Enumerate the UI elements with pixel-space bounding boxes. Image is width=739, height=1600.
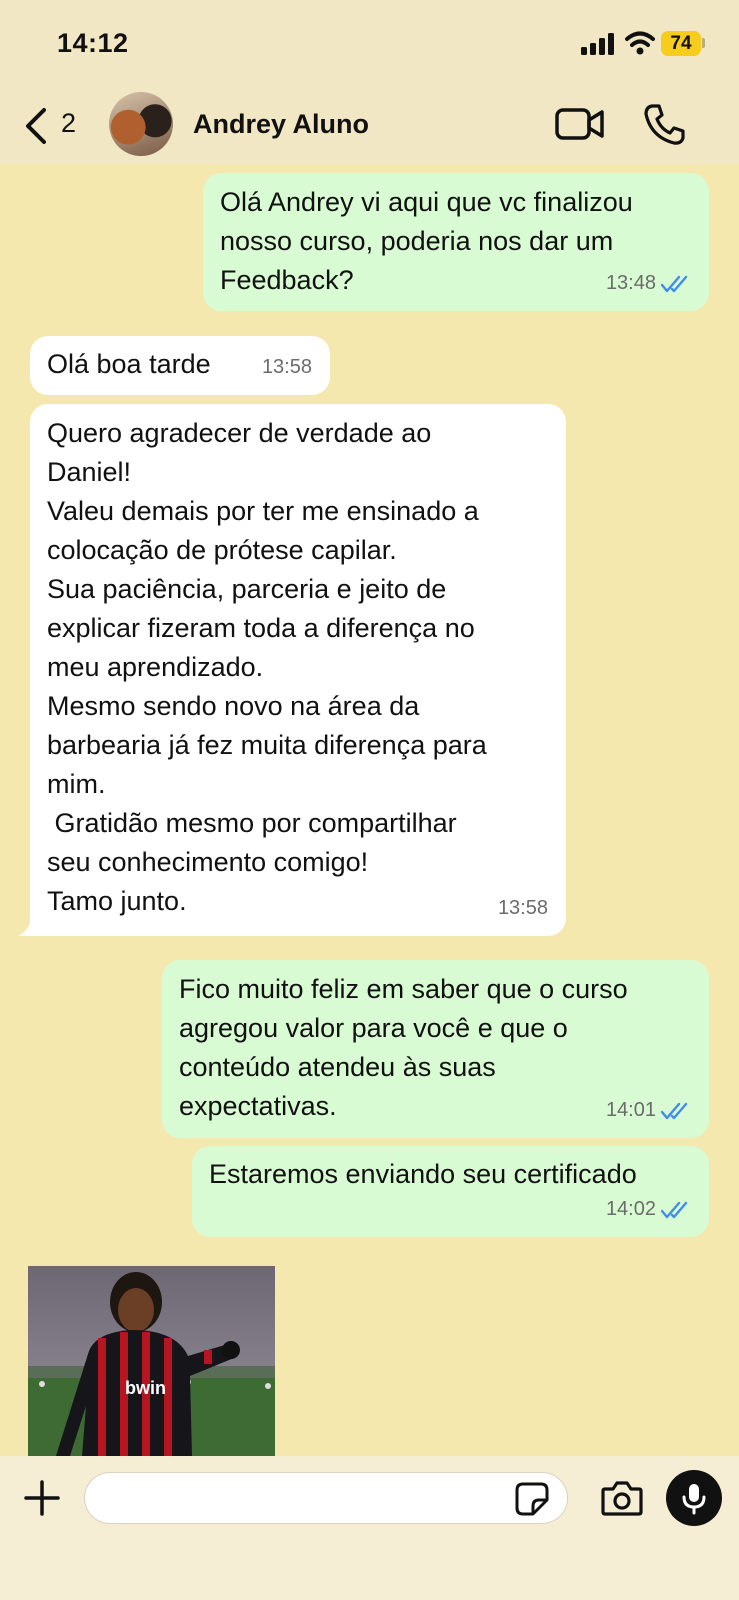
status-bar: 14:12 74	[0, 0, 739, 88]
message-text: Quero agradecer de verdade ao Daniel! Va…	[47, 418, 487, 916]
status-time: 14:12	[57, 28, 129, 58]
message-time: 13:58	[497, 897, 548, 919]
outgoing-message[interactable]: Fico muito feliz em saber que o curso ag…	[162, 960, 709, 1138]
message-time: 14:01	[605, 1099, 656, 1121]
read-receipt-icon	[661, 1102, 688, 1119]
unread-count[interactable]: 2	[61, 108, 76, 139]
outgoing-message[interactable]: Estaremos enviando seu certificado 14:02	[192, 1146, 709, 1237]
battery-tip	[702, 38, 705, 48]
camera-icon[interactable]	[601, 1480, 643, 1516]
cellular-signal-icon	[581, 33, 617, 55]
sticker-icon[interactable]	[515, 1482, 549, 1516]
message-meta: 13:58	[262, 348, 312, 387]
wifi-icon	[625, 31, 655, 55]
bubble-tail	[18, 916, 42, 936]
outgoing-message[interactable]: Olá Andrey vi aqui que vc finalizou noss…	[203, 173, 709, 311]
message-text: Estaremos enviando seu certificado	[209, 1159, 637, 1189]
read-receipt-icon	[661, 1201, 688, 1218]
message-time: 13:48	[605, 272, 656, 294]
microphone-icon	[682, 1484, 706, 1515]
message-meta: 14:01	[606, 1091, 691, 1130]
incoming-message[interactable]: Olá boa tarde 13:58	[30, 336, 330, 395]
contact-avatar[interactable]	[109, 92, 173, 156]
video-call-icon[interactable]	[555, 104, 605, 144]
chat-header: 2 Andrey Aluno	[0, 88, 739, 164]
message-time: 13:58	[261, 356, 312, 378]
gif-image: bwin	[28, 1272, 275, 1456]
composer-bar	[0, 1456, 739, 1600]
message-meta: 14:02	[606, 1190, 691, 1229]
read-receipt-icon	[661, 275, 688, 292]
microphone-button[interactable]	[666, 1470, 722, 1526]
message-meta: 13:48	[606, 264, 691, 303]
message-input[interactable]	[84, 1472, 568, 1524]
battery-level: 74	[661, 31, 701, 56]
incoming-message[interactable]: Quero agradecer de verdade ao Daniel! Va…	[18, 404, 566, 936]
phone-call-icon[interactable]	[643, 102, 685, 146]
jersey-sponsor-text: bwin	[125, 1378, 166, 1398]
plus-icon[interactable]	[24, 1480, 60, 1516]
back-chevron-icon[interactable]	[22, 106, 52, 146]
contact-name[interactable]: Andrey Aluno	[193, 109, 369, 140]
message-meta: 13:58	[498, 889, 548, 928]
message-time: 14:02	[605, 1198, 656, 1220]
gif-message[interactable]: bwin	[28, 1266, 275, 1456]
